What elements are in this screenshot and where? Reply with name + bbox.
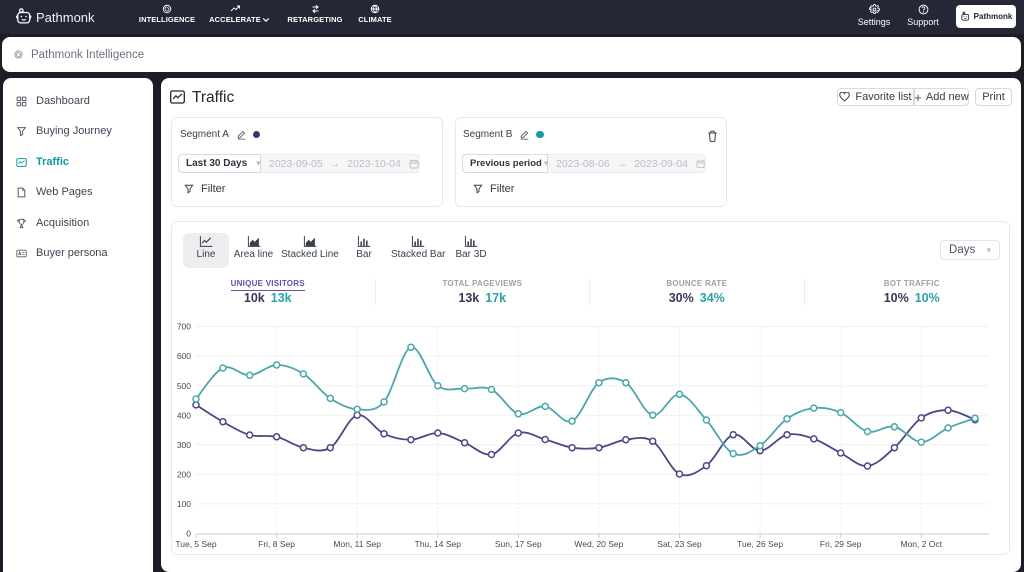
svg-text:300: 300	[177, 440, 191, 450]
svg-text:600: 600	[177, 351, 191, 361]
svg-text:400: 400	[177, 410, 191, 420]
svg-text:Wed, 20 Sep: Wed, 20 Sep	[574, 539, 623, 549]
svg-text:Tue, 5 Sep: Tue, 5 Sep	[175, 539, 217, 549]
svg-text:700: 700	[177, 322, 191, 332]
svg-text:Sat, 23 Sep: Sat, 23 Sep	[657, 539, 702, 549]
svg-text:Mon, 2 Oct: Mon, 2 Oct	[901, 539, 943, 549]
svg-text:Sun, 17 Sep: Sun, 17 Sep	[495, 539, 542, 549]
svg-text:Fri, 8 Sep: Fri, 8 Sep	[258, 539, 295, 549]
svg-text:200: 200	[177, 469, 191, 479]
svg-text:Fri, 29 Sep: Fri, 29 Sep	[820, 539, 862, 549]
svg-text:500: 500	[177, 381, 191, 391]
svg-text:Thu, 14 Sep: Thu, 14 Sep	[415, 539, 462, 549]
svg-text:100: 100	[177, 499, 191, 509]
svg-text:Mon, 11 Sep: Mon, 11 Sep	[333, 539, 381, 549]
svg-text:0: 0	[186, 529, 191, 539]
svg-text:Tue, 26 Sep: Tue, 26 Sep	[737, 539, 783, 549]
